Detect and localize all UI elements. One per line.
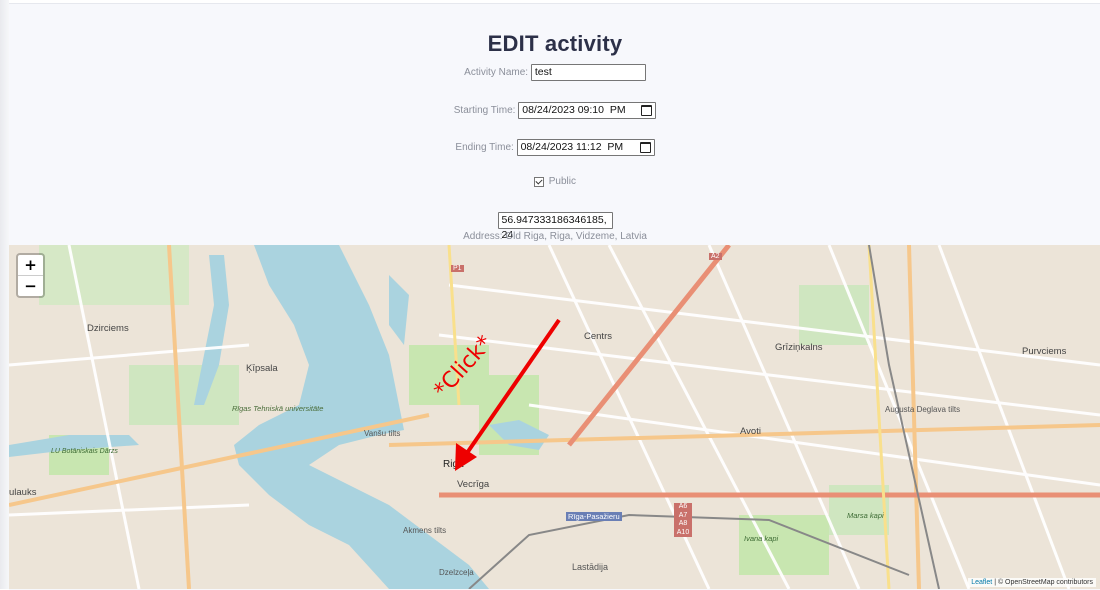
ending-time-row: Ending Time: 08/24/2023 11:12 PM bbox=[0, 139, 1100, 156]
map-label-kipsala: Ķīpsala bbox=[246, 363, 278, 374]
map-label-ulauks: ulauks bbox=[9, 487, 37, 498]
map-label-riga: Riga bbox=[443, 459, 464, 470]
map-label-avoti: Avoti bbox=[740, 426, 761, 437]
public-label: Public bbox=[548, 176, 577, 187]
zoom-out-button[interactable]: − bbox=[18, 276, 43, 296]
address-row: Address: Old Riga, Riga, Vidzeme, Latvia bbox=[0, 231, 1100, 242]
map-attribution: Leaflet | © OpenStreetMap contributors bbox=[968, 578, 1096, 587]
map-label-lastadija: Lastādija bbox=[572, 562, 609, 572]
zoom-in-button[interactable]: + bbox=[18, 255, 43, 276]
map-label-vecriga: Vecrīga bbox=[457, 479, 490, 490]
ending-time-label: Ending Time: bbox=[455, 142, 514, 153]
ending-time-value: 08/24/2023 11:12 PM bbox=[520, 141, 624, 153]
map-label-vansu-tilts: Vanšu tilts bbox=[364, 429, 401, 438]
map-label-dzelzcela: Dzelzceļa bbox=[439, 568, 474, 577]
map-label-akmens-tilts: Akmens tilts bbox=[403, 526, 447, 535]
public-checkbox[interactable] bbox=[533, 176, 544, 187]
map-label-grizinkalns: Grīziņkalns bbox=[775, 342, 823, 353]
road-badge-a10: A10 bbox=[676, 528, 690, 536]
page-title: EDIT activity bbox=[487, 31, 623, 56]
map-label-purvciems: Purvciems bbox=[1022, 346, 1067, 357]
starting-time-row: Starting Time: 08/24/2023 09:10 PM bbox=[0, 102, 1100, 119]
calendar-icon[interactable] bbox=[641, 105, 653, 116]
map-label-lu-botaniskais: LU Botāniskais Dārzs bbox=[51, 448, 118, 455]
map-label-dzirciems: Dzirciems bbox=[87, 323, 129, 334]
activity-name-row: Activity Name: test bbox=[0, 64, 1100, 81]
calendar-icon[interactable] bbox=[639, 142, 651, 153]
map-label-ivana-kapi: Ivana kapi bbox=[744, 534, 779, 543]
map-label-rigas-tehniska: Rīgas Tehniskā universitāte bbox=[232, 404, 324, 413]
address-text: Address: Old Riga, Riga, Vidzeme, Latvia bbox=[463, 231, 647, 242]
coordinates-row: 56.947333186346185, 24 bbox=[0, 212, 1100, 241]
map-label-marsa-kapi: Marsa kapi bbox=[847, 511, 884, 520]
zoom-control: + − bbox=[16, 253, 45, 298]
road-badge-a7: A7 bbox=[678, 511, 688, 519]
map-label-centrs: Centrs bbox=[584, 331, 612, 342]
map-tiles bbox=[9, 245, 1100, 589]
road-badges-a6-a10: A6 A7 A8 A10 bbox=[674, 503, 692, 537]
road-badge-a2: A2 bbox=[709, 253, 722, 260]
public-row: Public bbox=[0, 176, 1100, 187]
activity-name-label: Activity Name: bbox=[464, 67, 529, 78]
activity-name-input[interactable]: test bbox=[530, 64, 646, 81]
coordinates-input[interactable]: 56.947333186346185, 24 bbox=[497, 212, 613, 241]
map[interactable]: Dzirciems Ķīpsala Rīgas Tehniskā univers… bbox=[9, 245, 1100, 589]
map-label-riga-pasazieru: Rīga-Pasažieru bbox=[566, 512, 622, 521]
ending-time-input[interactable]: 08/24/2023 11:12 PM bbox=[516, 139, 655, 156]
leaflet-link[interactable]: Leaflet bbox=[971, 579, 992, 586]
road-badge-a8: A8 bbox=[678, 520, 688, 527]
left-shadow bbox=[0, 0, 9, 589]
starting-time-input[interactable]: 08/24/2023 09:10 PM bbox=[518, 102, 657, 119]
road-badge-a6: A6 bbox=[678, 503, 688, 510]
road-badge-p1: P1 bbox=[451, 265, 464, 272]
starting-time-label: Starting Time: bbox=[453, 105, 516, 116]
starting-time-value: 08/24/2023 09:10 PM bbox=[522, 104, 626, 116]
map-label-augusta-deglava: Augusta Deglava tilts bbox=[885, 405, 961, 414]
attribution-text: | © OpenStreetMap contributors bbox=[992, 579, 1093, 586]
